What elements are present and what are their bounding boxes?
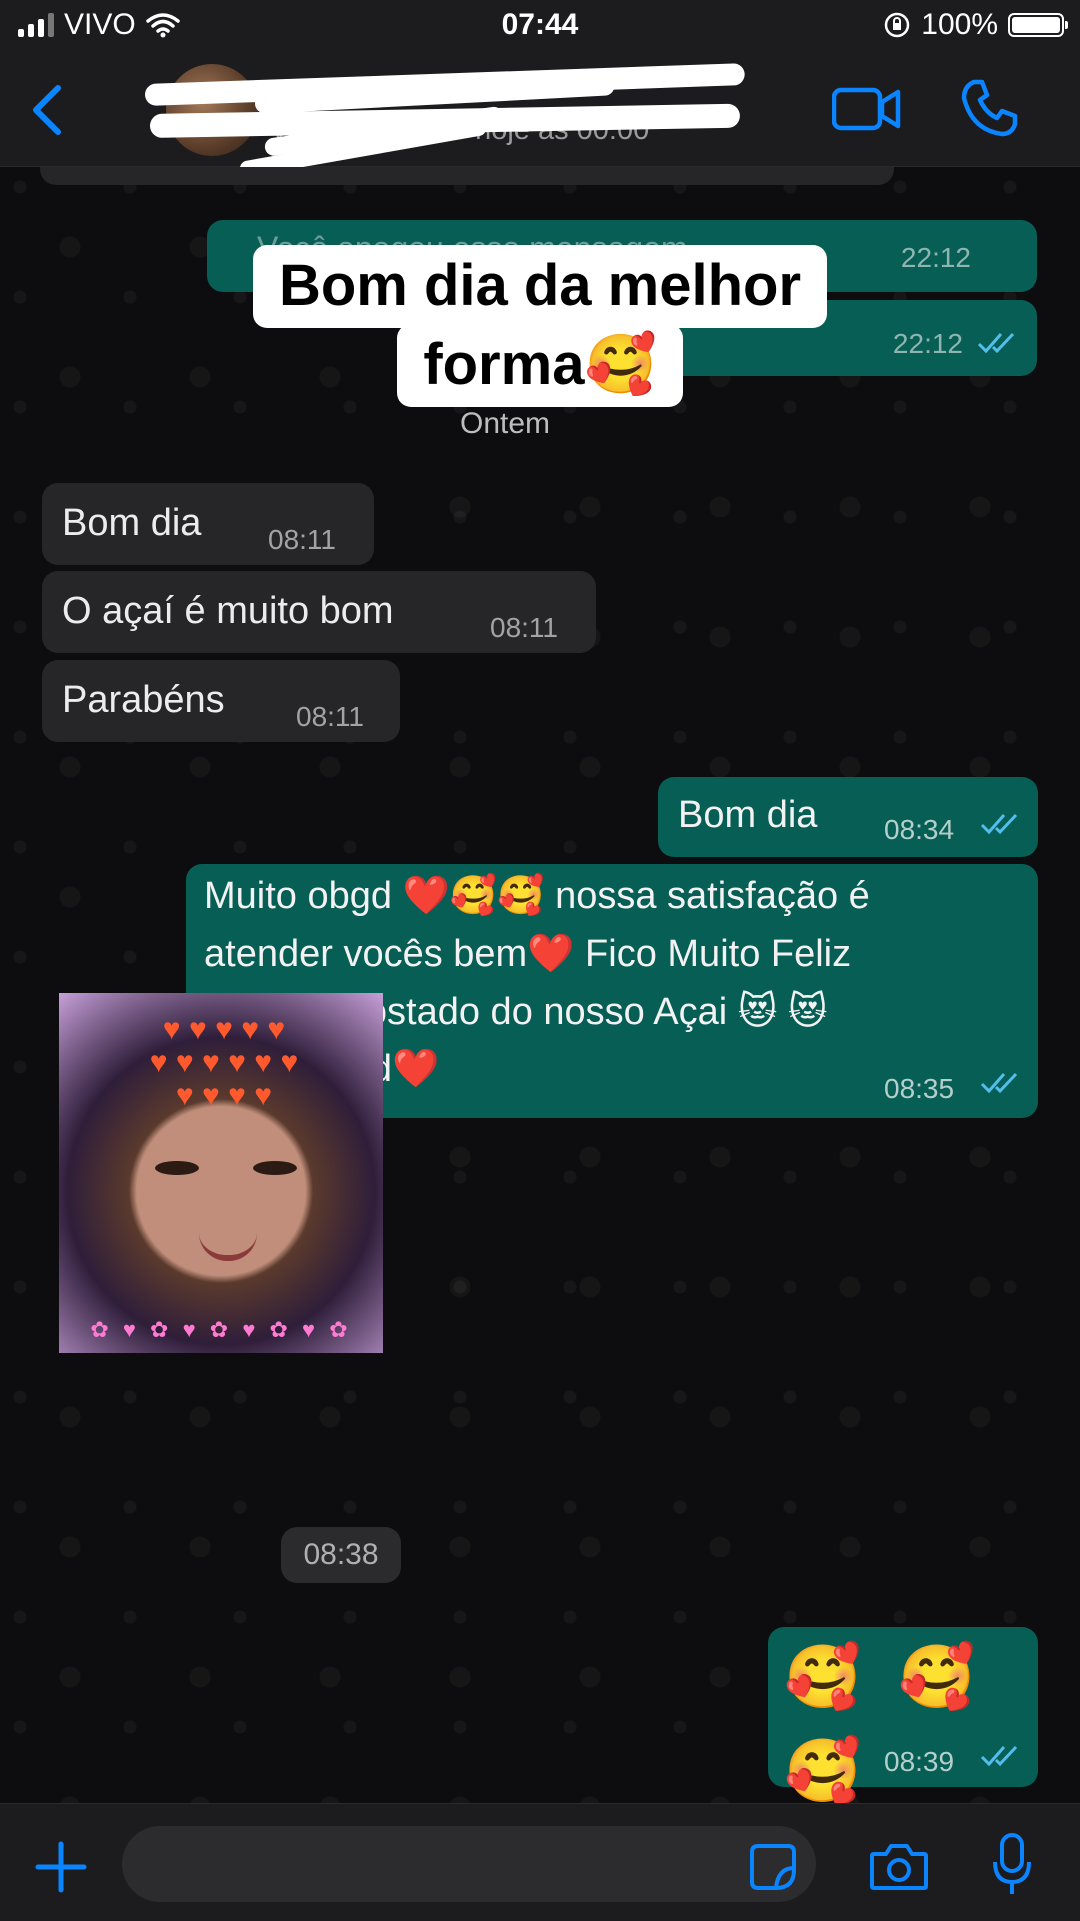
deleted-message-text: Você apagou essa mensagem — [257, 230, 688, 266]
status-right: 100% — [883, 8, 1068, 42]
microphone-icon[interactable] — [992, 1832, 1032, 1898]
sticker-icon[interactable] — [748, 1842, 798, 1892]
deleted-message-bubble[interactable]: Você apagou essa mensagem 22:12 — [207, 220, 1037, 292]
message-time: 08:11 — [296, 701, 364, 732]
sticker-face-eye — [155, 1161, 199, 1175]
camera-icon[interactable] — [868, 1840, 930, 1894]
sticker-face-mouth — [199, 1233, 257, 1261]
read-ticks-icon — [980, 1745, 1018, 1767]
chat-area[interactable]: Você apagou essa mensagem 22:12 22:12 On… — [0, 167, 1080, 1803]
incoming-message-bubble[interactable]: Parabéns 08:11 — [42, 660, 400, 742]
message-line: atender vocês bem❤️ Fico Muito Feliz — [204, 932, 852, 975]
message-time: 22:12 — [900, 242, 971, 273]
message-line: Muito obgd ❤️🥰🥰 nossa satisfação é — [204, 875, 870, 917]
partial-message-top — [40, 167, 894, 185]
message-text: Bom dia — [62, 502, 202, 544]
outgoing-message-bubble[interactable]: Bom dia 08:34 — [658, 777, 1038, 857]
message-text: Bom dia — [678, 794, 818, 836]
message-time: 08:39 — [884, 1746, 955, 1777]
read-ticks-icon — [980, 1072, 1018, 1094]
message-time: 08:35 — [884, 1073, 955, 1104]
flowers-decoration: ✿ ♥ ✿ ♥ ✿ ♥ ✿ ♥ ✿ — [90, 1317, 352, 1342]
date-divider: Ontem — [460, 407, 551, 440]
rotation-lock-icon — [885, 12, 910, 38]
status-bar: VIVO 07:44 100% — [0, 0, 1080, 54]
message-input[interactable] — [122, 1826, 816, 1902]
sticker-image[interactable]: ♥ ♥ ♥ ♥ ♥ ♥ ♥ ♥ ♥ ♥ ♥ ♥ ♥ ♥ ♥ ✿ ♥ ✿ ♥ ✿ ♥ … — [59, 993, 383, 1353]
message-time: 22:12 — [892, 328, 963, 359]
read-ticks-icon — [980, 813, 1018, 835]
message-text: Parabéns — [62, 679, 225, 721]
video-call-icon[interactable] — [832, 84, 902, 134]
chat-header: visto por último hoje às 00:00 — [0, 54, 1080, 178]
incoming-message-bubble[interactable]: O açaí é muito bom 08:11 — [42, 571, 596, 653]
message-text: O açaí é muito bom — [62, 590, 394, 632]
sticker-time-badge: 08:38 — [281, 1527, 401, 1583]
back-chevron-icon[interactable] — [24, 82, 74, 138]
outgoing-message-bubble[interactable]: 🥰 🥰 🥰 08:39 — [768, 1627, 1038, 1803]
message-time: 08:11 — [490, 612, 558, 643]
phone-call-icon[interactable] — [960, 78, 1018, 138]
incoming-message-bubble[interactable]: Bom dia 08:11 — [42, 483, 374, 565]
sticker-face-eye — [253, 1161, 297, 1175]
message-input-bar — [0, 1803, 1080, 1921]
outgoing-message-bubble[interactable]: 22:12 — [410, 300, 1037, 376]
battery-percent: 100% — [921, 8, 998, 41]
battery-icon — [1008, 13, 1068, 37]
plus-icon[interactable] — [34, 1840, 88, 1894]
hearts-crown-decoration: ♥ ♥ ♥ ♥ ♥ ♥ ♥ ♥ ♥ ♥ ♥ ♥ ♥ ♥ ♥ — [149, 1013, 299, 1112]
message-time: 08:11 — [268, 524, 336, 555]
contact-avatar[interactable] — [166, 64, 258, 156]
message-time: 08:34 — [884, 814, 955, 845]
read-ticks-icon — [977, 332, 1015, 354]
